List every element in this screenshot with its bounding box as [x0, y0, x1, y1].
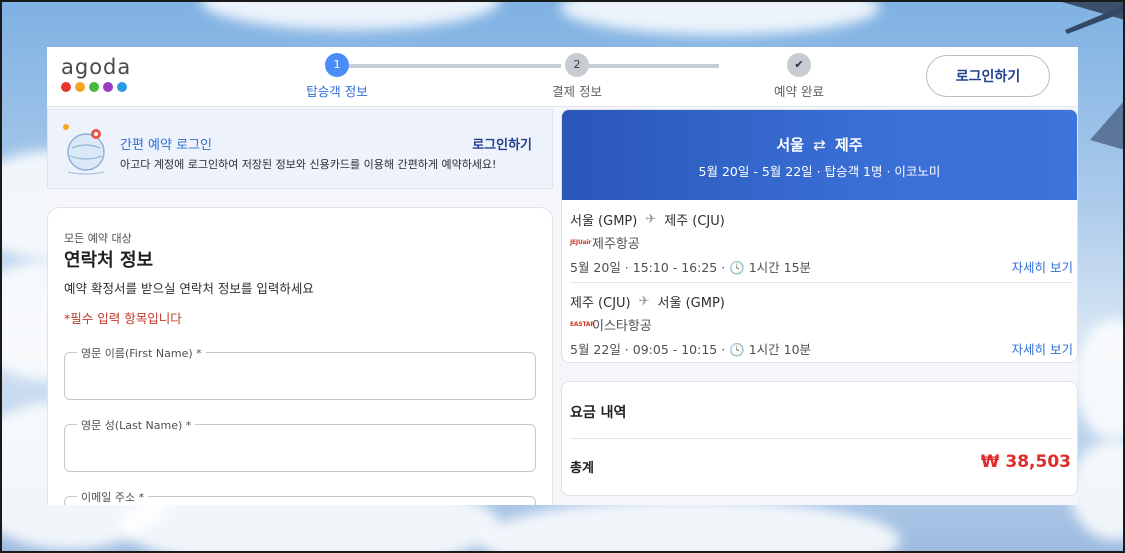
check-icon: ✔	[787, 53, 811, 77]
first-name-input[interactable]	[77, 367, 517, 382]
flight-leg-outbound: 서울 (GMP) ✈ 제주 (CJU) JEJUair 제주항공 5월 20일 …	[562, 200, 1077, 282]
route-subtitle: 5월 20일 - 5월 22일 · 탑승객 1명 · 이코노미	[698, 164, 941, 179]
first-name-label: 영문 이름(First Name) *	[77, 345, 206, 361]
logo-dot	[103, 82, 113, 92]
leg-time: 5월 22일 · 09:05 - 10:15 · 🕓 1시간 10분	[570, 342, 812, 357]
step-payment-info: 2 결제 정보	[517, 53, 637, 100]
logo-dot	[89, 82, 99, 92]
round-trip-icon: ⇄	[813, 136, 826, 154]
booking-page: agoda 1 탑승객 정보 2 결제 정보 ✔ 예약 완료 로그인하기 간편 …	[47, 47, 1078, 505]
last-name-input[interactable]	[77, 439, 517, 454]
step-number: 2	[565, 53, 589, 77]
email-label: 이메일 주소 *	[77, 489, 149, 505]
leg-details-link[interactable]: 자세히 보기	[1012, 339, 1073, 358]
jejuair-logo: JEJUair	[570, 239, 592, 246]
leg-route: 서울 (GMP) ✈ 제주 (CJU)	[570, 210, 725, 229]
banner-description: 아고다 계정에 로그인하여 저장된 정보와 신용카드를 이용해 간편하게 예약하…	[120, 158, 497, 171]
route-destination: 제주	[835, 136, 863, 154]
price-title: 요금 내역	[570, 405, 627, 421]
airline-name: 이스타항공	[592, 319, 652, 334]
step-label: 예약 완료	[774, 84, 824, 99]
leg-route: 제주 (CJU) ✈ 서울 (GMP)	[570, 292, 725, 311]
leg-destination: 제주 (CJU)	[664, 214, 725, 229]
price-breakdown-card: 요금 내역 총계 ₩ 38,503	[561, 381, 1078, 496]
flight-leg-return: 제주 (CJU) ✈ 서울 (GMP) EASTAR 이스타항공 5월 22일 …	[562, 282, 1077, 362]
route-origin: 서울	[776, 136, 804, 154]
last-name-label: 영문 성(Last Name) *	[77, 417, 196, 433]
contact-kicker: 모든 예약 대상	[64, 232, 132, 245]
required-note: *필수 입력 항목입니다	[64, 311, 182, 326]
airline-name: 제주항공	[592, 237, 640, 252]
logo-dots	[61, 82, 131, 92]
eastar-logo: EASTAR	[570, 321, 595, 328]
banner-title: 간편 예약 로그인	[120, 138, 212, 153]
leg-time: 5월 20일 · 15:10 - 16:25 · 🕓 1시간 15분	[570, 260, 812, 275]
globe-illustration-icon	[63, 124, 105, 175]
agoda-logo[interactable]: agoda	[61, 55, 131, 92]
leg-origin: 제주 (CJU)	[570, 296, 631, 311]
step-label: 탑승객 정보	[306, 84, 368, 99]
summary-header: 서울 ⇄ 제주 5월 20일 - 5월 22일 · 탑승객 1명 · 이코노미	[562, 110, 1077, 200]
airplane-icon: ✈	[638, 294, 650, 309]
leg-destination: 서울 (GMP)	[657, 296, 725, 311]
step-booking-complete: ✔ 예약 완료	[739, 53, 859, 100]
logo-dot	[117, 82, 127, 92]
booking-stepper: 1 탑승객 정보 2 결제 정보 ✔ 예약 완료	[277, 53, 824, 103]
step-label: 결제 정보	[552, 84, 602, 99]
total-label: 총계	[570, 461, 594, 476]
logo-wordmark: agoda	[61, 55, 132, 79]
total-price: ₩ 38,503	[980, 452, 1071, 472]
leg-airline: JEJUair 제주항공	[570, 233, 640, 252]
step-passenger-info: 1 탑승객 정보	[277, 53, 397, 100]
step-number: 1	[325, 53, 349, 77]
leg-details-link[interactable]: 자세히 보기	[1012, 257, 1073, 276]
banner-login-link[interactable]: 로그인하기	[472, 134, 532, 153]
header: agoda 1 탑승객 정보 2 결제 정보 ✔ 예약 완료 로그인하기	[47, 47, 1078, 107]
contact-info-card: 모든 예약 대상 연락처 정보 예약 확정서를 받으실 연락처 정보를 입력하세…	[47, 207, 553, 505]
login-button[interactable]: 로그인하기	[926, 55, 1050, 97]
last-name-field[interactable]: 영문 성(Last Name) *	[64, 417, 536, 472]
logo-dot	[75, 82, 85, 92]
email-field[interactable]: 이메일 주소 *	[64, 489, 536, 505]
flight-summary-card: 서울 ⇄ 제주 5월 20일 - 5월 22일 · 탑승객 1명 · 이코노미 …	[561, 109, 1078, 363]
logo-dot	[61, 82, 71, 92]
contact-description: 예약 확정서를 받으실 연락처 정보를 입력하세요	[64, 281, 314, 296]
price-divider	[570, 438, 1073, 439]
quick-login-banner: 간편 예약 로그인 아고다 계정에 로그인하여 저장된 정보와 신용카드를 이용…	[47, 109, 553, 189]
airplane-icon: ✈	[645, 212, 657, 227]
leg-airline: EASTAR 이스타항공	[570, 315, 652, 334]
first-name-field[interactable]: 영문 이름(First Name) *	[64, 345, 536, 400]
route-title: 서울 ⇄ 제주	[562, 110, 1077, 155]
leg-origin: 서울 (GMP)	[570, 214, 638, 229]
contact-title: 연락처 정보	[64, 250, 154, 271]
